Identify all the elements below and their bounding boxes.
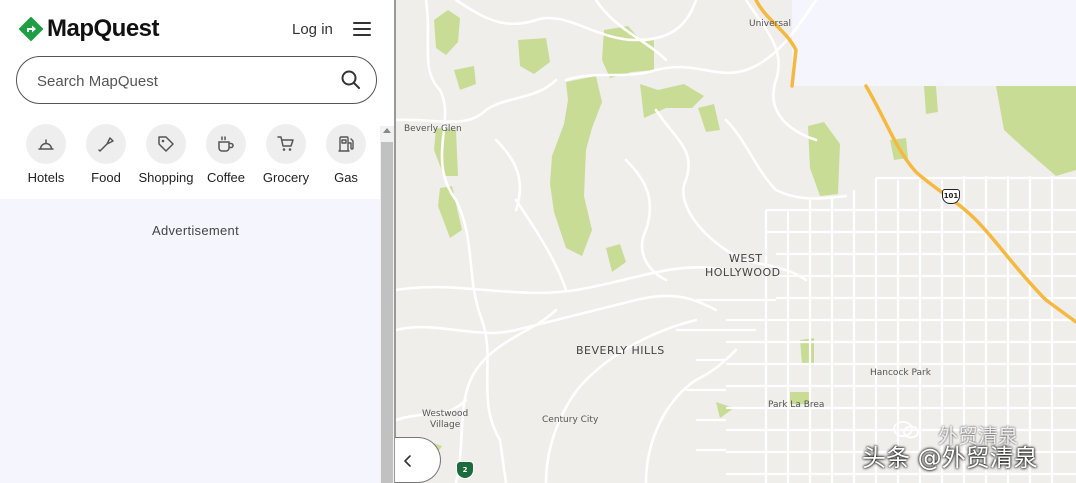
map-label-hollywood: HOLLYWOOD — [705, 266, 781, 279]
collapse-panel-button[interactable] — [395, 437, 441, 483]
category-coffee[interactable]: Coffee — [196, 124, 256, 185]
category-food[interactable]: Food — [76, 124, 136, 185]
app-root: MapQuest Log in Hotels — [0, 0, 1076, 483]
search-input[interactable] — [37, 70, 327, 92]
utensils-icon — [86, 124, 126, 164]
category-label: Shopping — [138, 170, 194, 185]
map-label-westwood: Westwood — [422, 409, 469, 419]
mapquest-logo[interactable]: MapQuest — [19, 15, 160, 43]
map-label-beverly-hills: BEVERLY HILLS — [576, 344, 665, 357]
category-label: Gas — [334, 170, 358, 185]
side-panel: MapQuest Log in Hotels — [0, 0, 380, 483]
category-shopping[interactable]: Shopping — [136, 124, 196, 185]
advertisement-area: Advertisement — [0, 199, 380, 483]
gas-pump-icon — [326, 124, 366, 164]
bell-icon — [26, 124, 66, 164]
map-label-hancock-park: Hancock Park — [870, 368, 931, 378]
category-label: Hotels — [27, 170, 65, 185]
scroll-up-arrow-icon[interactable] — [383, 128, 391, 133]
advertisement-label: Advertisement — [152, 223, 239, 238]
category-gas[interactable]: Gas — [316, 124, 376, 185]
map-label-park-la-brea: Park La Brea — [768, 400, 825, 410]
category-label: Coffee — [206, 170, 246, 185]
map-label-beverly-glen: Beverly Glen — [404, 124, 462, 134]
map-canvas[interactable]: Universal Beverly Glen WEST HOLLYWOOD BE… — [396, 0, 1076, 483]
login-link[interactable]: Log in — [292, 21, 333, 38]
brand-name: MapQuest — [47, 15, 160, 42]
mapquest-logo-icon — [19, 17, 43, 41]
category-label: Grocery — [262, 170, 310, 185]
map-label-west: WEST — [729, 252, 763, 265]
search-icon[interactable] — [340, 69, 362, 91]
category-hotels[interactable]: Hotels — [16, 124, 76, 185]
category-bar: Hotels Food Shopping Coffee Grocery Gas — [16, 124, 366, 186]
header: MapQuest Log in — [0, 0, 380, 56]
map-tiles — [396, 0, 1076, 483]
tag-icon — [146, 124, 186, 164]
map-label-village: Village — [430, 420, 461, 430]
category-label: Food — [91, 170, 121, 185]
panel-scrollbar[interactable] — [380, 126, 394, 483]
category-grocery[interactable]: Grocery — [256, 124, 316, 185]
wechat-icon — [893, 421, 919, 439]
chevron-left-icon — [404, 455, 411, 467]
cart-icon — [266, 124, 306, 164]
unloaded-map-tile — [792, 0, 1076, 86]
us-101-shield-icon: 101 — [942, 189, 960, 204]
watermark-main: 头条 @外贸清泉 — [862, 444, 1038, 472]
hamburger-menu-icon[interactable] — [353, 22, 371, 36]
map-label-century-city: Century City — [542, 415, 599, 425]
search-box — [16, 56, 377, 104]
scroll-thumb[interactable] — [381, 142, 393, 483]
map-label-universal: Universal — [749, 19, 792, 29]
coffee-cup-icon — [206, 124, 246, 164]
ca-2-shield-icon: 2 — [456, 461, 474, 479]
